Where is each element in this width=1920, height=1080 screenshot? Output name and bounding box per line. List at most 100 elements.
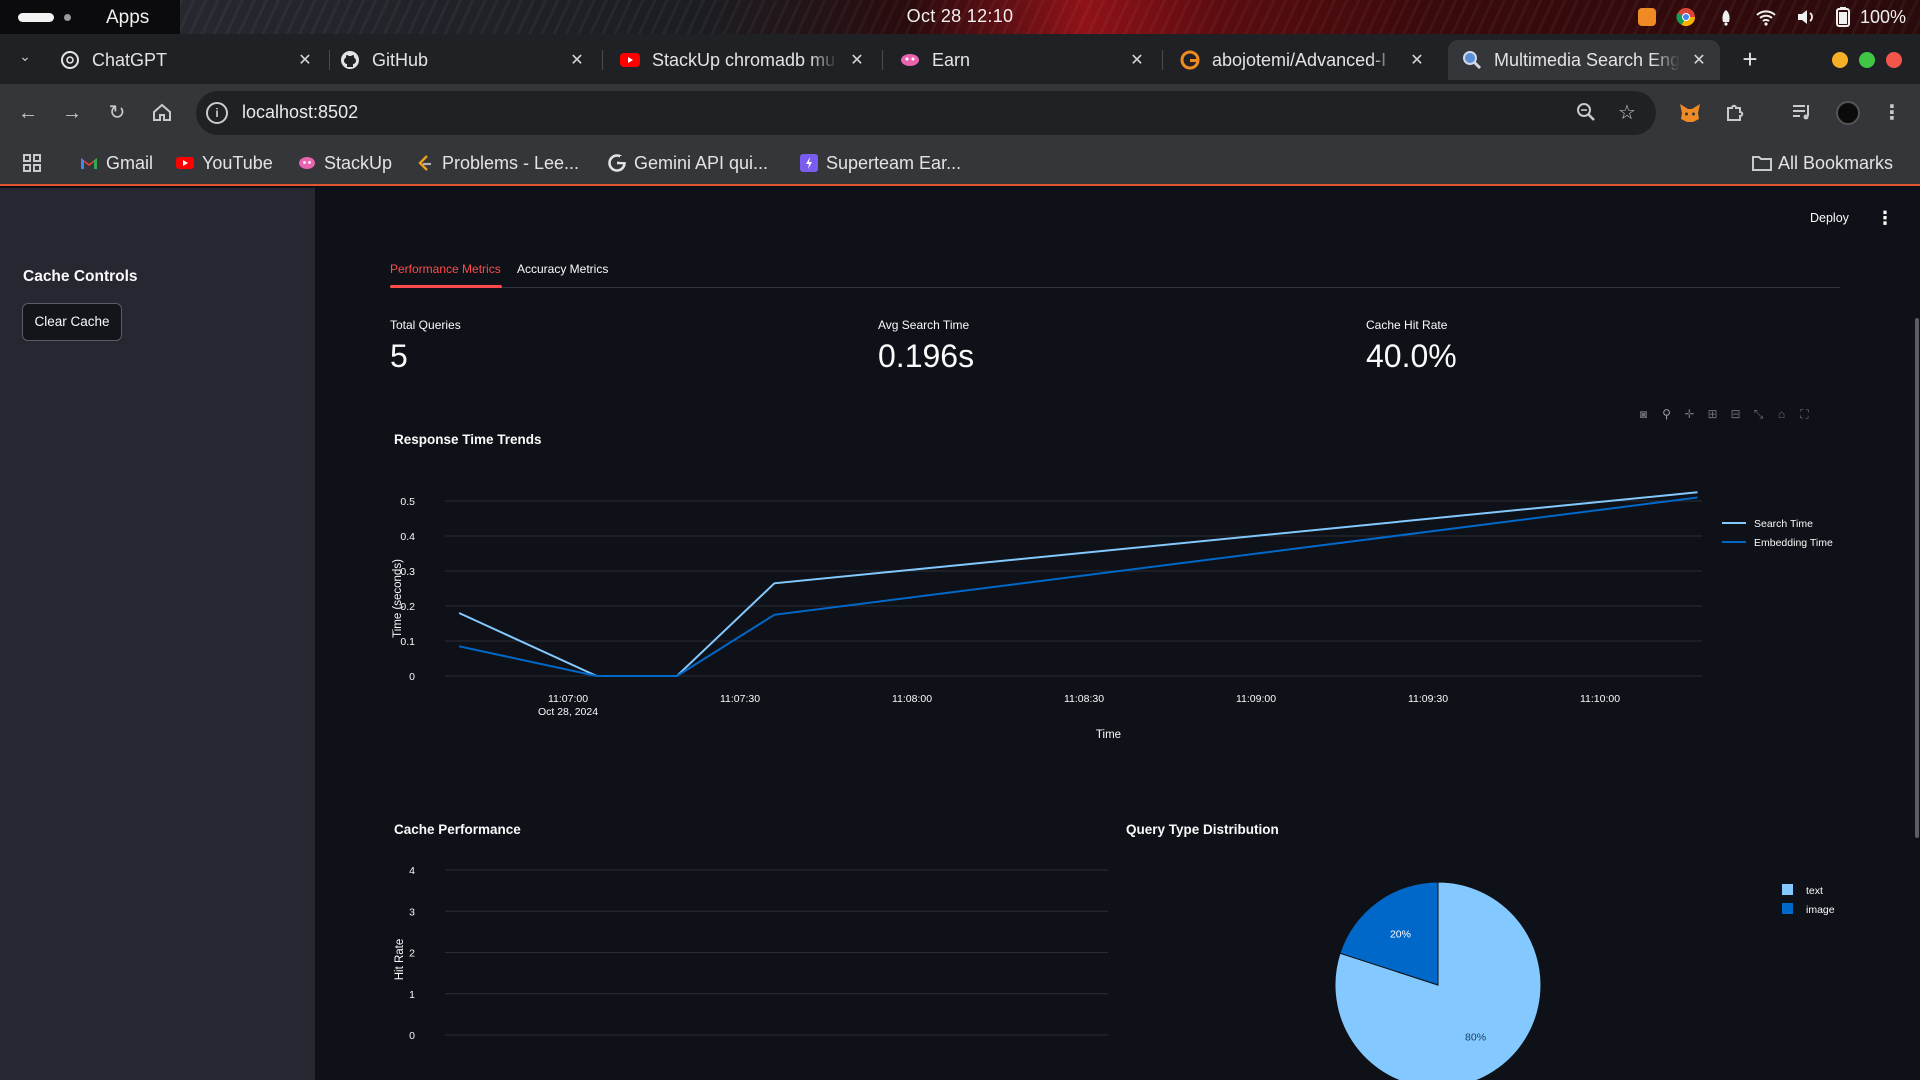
all-bookmarks-label: All Bookmarks xyxy=(1778,152,1894,173)
tab-label: Earn xyxy=(932,49,971,70)
y-tick-label: 4 xyxy=(409,865,415,877)
legend-swatch xyxy=(1782,884,1793,895)
query-type-pie-chart[interactable]: 80% text 20% image xyxy=(1120,850,1880,1080)
github-icon xyxy=(340,50,360,70)
home-icon[interactable] xyxy=(150,101,174,125)
youtube-icon xyxy=(620,50,640,70)
apps-grid-icon[interactable] xyxy=(22,150,42,176)
metric-total-queries: Total Queries 5 xyxy=(390,318,461,375)
metamask-extension-icon[interactable] xyxy=(1678,101,1702,125)
tab-divider xyxy=(882,50,883,70)
tab-search-chevron-icon[interactable]: ⌄ xyxy=(14,48,36,70)
forward-arrow-icon[interactable]: → xyxy=(60,101,84,125)
tab-performance-metrics[interactable]: Performance Metrics xyxy=(390,262,501,276)
autoscale-icon[interactable]: ⤡ xyxy=(1751,407,1766,422)
metric-cache-hit-rate: Cache Hit Rate 40.0% xyxy=(1366,318,1457,375)
bookmark-gmail[interactable]: Gmail xyxy=(80,150,153,176)
tab-label: GitHub xyxy=(372,49,429,70)
x-tick-label: 11:09:00 xyxy=(1236,693,1276,705)
cache-performance-chart-title: Cache Performance xyxy=(394,822,521,837)
y-tick-label: 2 xyxy=(409,948,415,960)
bookmark-stackup[interactable]: StackUp xyxy=(298,150,392,176)
tab-github[interactable]: GitHub ✕ xyxy=(326,40,598,80)
notification-icon[interactable] xyxy=(1716,7,1736,27)
tab-label: ChatGPT xyxy=(92,49,168,70)
bookmark-label: Gemini API qui... xyxy=(634,152,769,173)
clear-cache-button[interactable]: Clear Cache xyxy=(22,303,122,341)
pie-slice-label: 80% xyxy=(1465,1032,1486,1044)
pan-icon[interactable]: ✛ xyxy=(1682,407,1697,422)
minimize-button[interactable] xyxy=(1832,52,1848,68)
battery-indicator[interactable]: 100% xyxy=(1835,6,1906,28)
metric-label: Total Queries xyxy=(390,318,461,332)
battery-percent: 100% xyxy=(1859,6,1906,27)
zoom-icon[interactable]: ⚲ xyxy=(1659,407,1674,422)
reset-axes-icon[interactable]: ⌂ xyxy=(1774,407,1789,422)
legend-label: image xyxy=(1806,904,1835,916)
bookmark-label: Gmail xyxy=(106,152,154,173)
tab-multimedia-search[interactable]: Multimedia Search Eng ✕ xyxy=(1448,40,1720,80)
tab-label: Multimedia Search Eng xyxy=(1494,49,1680,70)
app-menu-icon[interactable]: ⋮ xyxy=(1876,208,1894,228)
bookmark-superteam[interactable]: Superteam Ear... xyxy=(800,150,961,176)
chrome-tray-icon[interactable] xyxy=(1676,7,1696,27)
media-queue-icon[interactable] xyxy=(1790,101,1814,125)
close-icon[interactable]: ✕ xyxy=(848,50,866,70)
close-icon[interactable]: ✕ xyxy=(568,50,586,70)
close-icon[interactable]: ✕ xyxy=(1408,50,1426,70)
close-window-button[interactable] xyxy=(1886,52,1902,68)
x-tick-label: 11:08:30 xyxy=(1064,693,1104,705)
zoom-out-icon[interactable]: ⊟ xyxy=(1728,407,1743,422)
query-type-chart-title: Query Type Distribution xyxy=(1126,822,1279,837)
site-info-icon[interactable]: i xyxy=(206,102,228,124)
bookmark-youtube[interactable]: YouTube xyxy=(176,150,273,176)
active-tab-underline xyxy=(390,285,502,288)
zoom-magnifier-icon[interactable] xyxy=(1574,101,1598,125)
close-icon[interactable]: ✕ xyxy=(1128,50,1146,70)
close-icon[interactable]: ✕ xyxy=(1690,50,1708,70)
address-bar[interactable]: i localhost:8502 ☆ xyxy=(196,91,1656,135)
close-icon[interactable]: ✕ xyxy=(296,50,314,70)
os-top-bar: Apps Oct 28 12:10 100% xyxy=(0,0,1920,34)
all-bookmarks-button[interactable]: All Bookmarks xyxy=(1752,150,1893,176)
deploy-button[interactable]: Deploy xyxy=(1810,211,1849,225)
sidebar-title: Cache Controls xyxy=(23,268,138,285)
tab-divider xyxy=(1162,50,1163,70)
bookmark-label: StackUp xyxy=(324,152,393,173)
bookmark-star-icon[interactable]: ☆ xyxy=(1615,101,1639,125)
superteam-icon xyxy=(800,154,818,172)
gmail-icon xyxy=(80,154,98,172)
tray-app-icon[interactable] xyxy=(1637,8,1656,26)
back-arrow-icon[interactable]: ← xyxy=(16,101,40,125)
wifi-icon[interactable] xyxy=(1756,7,1776,27)
extensions-puzzle-icon[interactable] xyxy=(1723,101,1747,125)
pie-slice-label: 20% xyxy=(1390,928,1411,940)
bookmark-leetcode[interactable]: Problems - Lee... xyxy=(416,150,579,176)
new-tab-button[interactable]: + xyxy=(1736,46,1764,74)
maximize-button[interactable] xyxy=(1859,52,1875,68)
clock[interactable]: Oct 28 12:10 xyxy=(0,6,1920,27)
url-text[interactable]: localhost:8502 xyxy=(242,102,358,123)
profile-avatar[interactable] xyxy=(1836,101,1860,125)
zoom-in-icon[interactable]: ⊞ xyxy=(1705,407,1720,422)
tab-abojotemi-repo[interactable]: abojotemi/Advanced-I ✕ xyxy=(1166,40,1438,80)
metric-label: Avg Search Time xyxy=(878,318,970,332)
repo-site-icon xyxy=(1180,50,1200,70)
fullscreen-icon[interactable]: ⛶ xyxy=(1797,407,1812,422)
bookmark-gemini-api[interactable]: Gemini API qui... xyxy=(608,150,768,176)
tab-earn[interactable]: Earn ✕ xyxy=(886,40,1158,80)
cache-performance-chart[interactable]: 4 3 2 1 0 Hit Rate xyxy=(380,860,1120,1080)
metric-label: Cache Hit Rate xyxy=(1366,318,1448,332)
reload-icon[interactable]: ↻ xyxy=(105,101,129,125)
volume-icon[interactable] xyxy=(1796,7,1816,27)
tab-accuracy-metrics[interactable]: Accuracy Metrics xyxy=(517,262,608,276)
tab-stackup-youtube[interactable]: StackUp chromadb mu ✕ xyxy=(606,40,878,80)
tab-chatgpt[interactable]: ChatGPT ✕ xyxy=(46,40,326,80)
metrics-tabs: Performance Metrics Accuracy Metrics xyxy=(390,258,1840,288)
y-axis-title: Hit Rate xyxy=(394,939,406,981)
page-scrollbar[interactable] xyxy=(1915,318,1919,838)
camera-icon[interactable]: ◙ xyxy=(1636,407,1651,422)
response-time-chart[interactable]: 00.10.20.30.40.511:07:00Oct 28, 202411:0… xyxy=(380,473,1900,773)
browser-menu-icon[interactable]: ⋮ xyxy=(1880,101,1904,125)
leetcode-icon xyxy=(416,154,434,172)
